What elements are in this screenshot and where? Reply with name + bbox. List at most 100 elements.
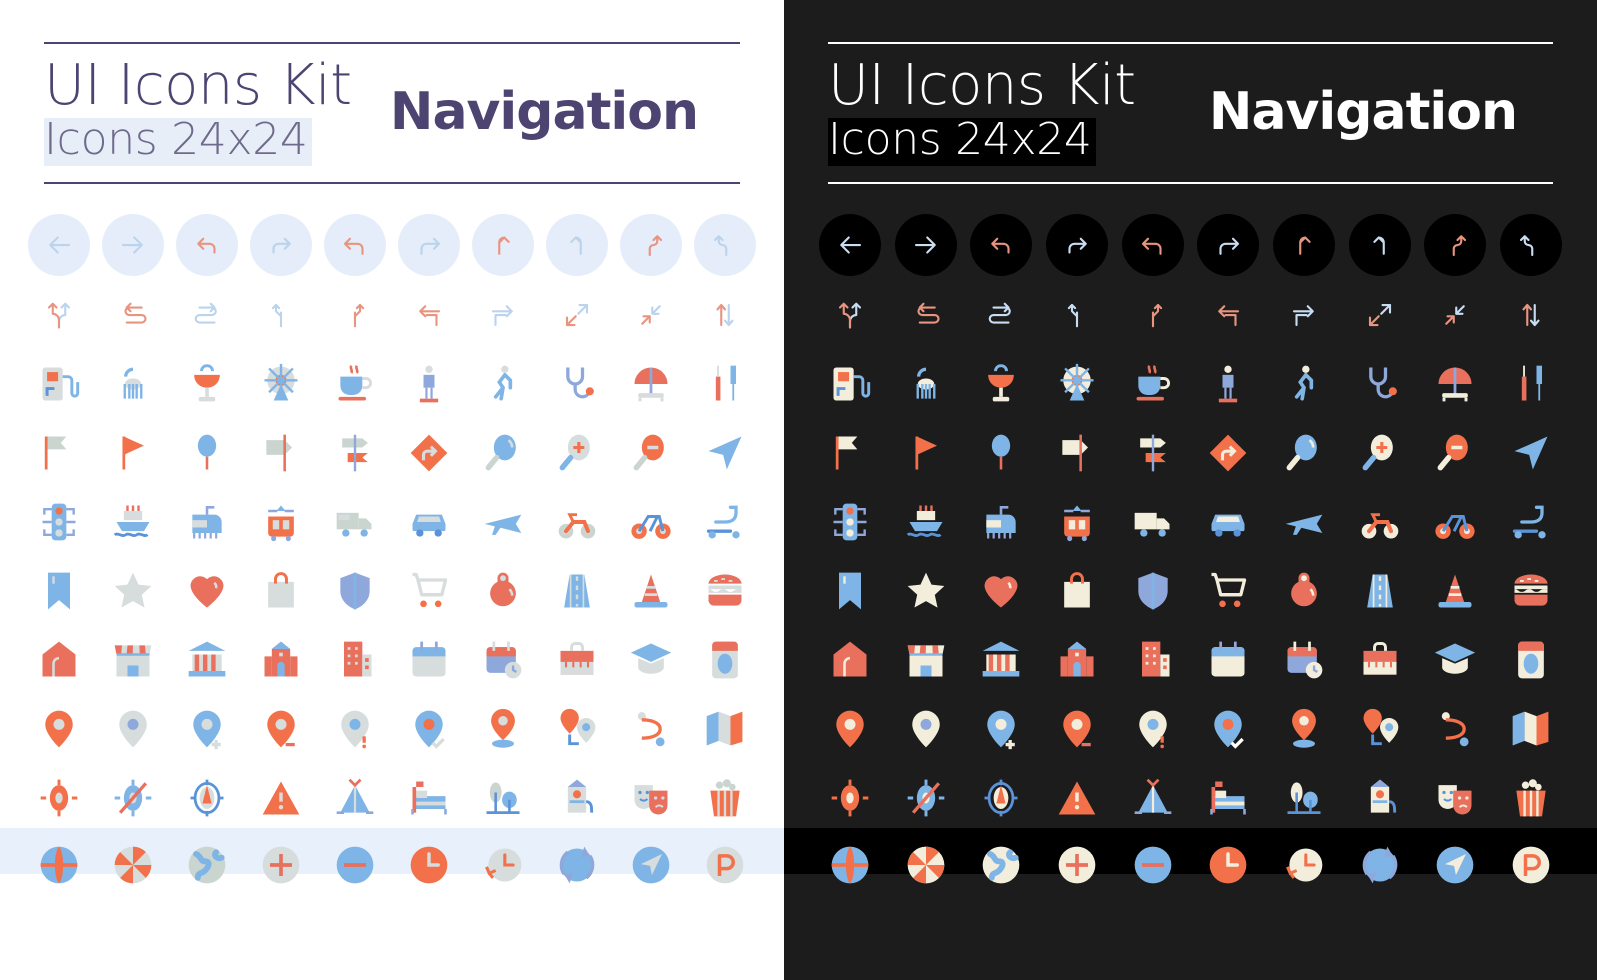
map-pin-base-icon[interactable] bbox=[1273, 698, 1335, 760]
clock-icon[interactable] bbox=[1197, 834, 1259, 896]
map-pin-remove-icon[interactable] bbox=[250, 698, 312, 760]
sharp-left-icon[interactable] bbox=[472, 214, 534, 276]
hospital-stethoscope-icon[interactable] bbox=[1349, 353, 1411, 415]
merge-right-icon[interactable] bbox=[694, 214, 756, 276]
map-pin-remove-icon[interactable] bbox=[1046, 698, 1108, 760]
merge-right-icon[interactable] bbox=[1500, 214, 1563, 276]
map-pin-alert-icon[interactable] bbox=[324, 698, 386, 760]
motorcycle-icon[interactable] bbox=[1349, 491, 1411, 553]
clock-history-icon[interactable] bbox=[1273, 834, 1335, 896]
fork-road-icon[interactable] bbox=[819, 284, 881, 346]
exit-right-icon[interactable] bbox=[472, 284, 534, 346]
refresh-globe-icon[interactable] bbox=[1349, 834, 1411, 896]
hospital-stethoscope-icon[interactable] bbox=[546, 353, 608, 415]
traffic-cone-icon[interactable] bbox=[1424, 560, 1486, 622]
road-icon[interactable] bbox=[546, 560, 608, 622]
traffic-light-icon[interactable] bbox=[819, 491, 881, 553]
home-icon[interactable] bbox=[819, 629, 881, 691]
graduation-cap-icon[interactable] bbox=[620, 629, 682, 691]
globe-icon[interactable] bbox=[819, 834, 881, 896]
globe-segments-icon[interactable] bbox=[895, 834, 957, 896]
train-icon[interactable] bbox=[970, 491, 1032, 553]
popcorn-icon[interactable] bbox=[694, 767, 756, 829]
arrow-right-icon[interactable] bbox=[894, 214, 957, 276]
direction-sign-icon[interactable] bbox=[1046, 422, 1108, 484]
minus-circle-icon[interactable] bbox=[1122, 834, 1184, 896]
map-pin-check-icon[interactable] bbox=[1197, 698, 1259, 760]
expand-icon[interactable] bbox=[1349, 284, 1411, 346]
fountain-icon[interactable] bbox=[102, 353, 164, 415]
send-navigate-icon[interactable] bbox=[694, 422, 756, 484]
ship-icon[interactable] bbox=[895, 491, 957, 553]
collapse-icon[interactable] bbox=[620, 284, 682, 346]
turn-left-icon[interactable] bbox=[1121, 214, 1184, 276]
drinking-fountain-icon[interactable] bbox=[970, 353, 1032, 415]
arrow-left-icon[interactable] bbox=[28, 214, 90, 276]
direction-sign-icon[interactable] bbox=[250, 422, 312, 484]
shopping-cart-icon[interactable] bbox=[398, 560, 460, 622]
undo-icon[interactable] bbox=[970, 214, 1033, 276]
graduation-cap-icon[interactable] bbox=[1424, 629, 1486, 691]
gas-pump-icon[interactable] bbox=[28, 353, 90, 415]
gps-target-icon[interactable] bbox=[28, 767, 90, 829]
shopping-bag-icon[interactable] bbox=[250, 560, 312, 622]
tram-icon[interactable] bbox=[1046, 491, 1108, 553]
flag-pennant-icon[interactable] bbox=[102, 422, 164, 484]
clock-history-icon[interactable] bbox=[472, 834, 534, 896]
truck-icon[interactable] bbox=[1122, 491, 1184, 553]
u-turn-right-icon[interactable] bbox=[970, 284, 1032, 346]
sharp-left-icon[interactable] bbox=[1273, 214, 1336, 276]
monument-icon[interactable] bbox=[398, 353, 460, 415]
elevator-icon[interactable] bbox=[1500, 629, 1562, 691]
route-icon[interactable] bbox=[620, 698, 682, 760]
zoom-in-icon[interactable] bbox=[1349, 422, 1411, 484]
scooter-icon[interactable] bbox=[1500, 491, 1562, 553]
slight-right-icon[interactable] bbox=[324, 284, 386, 346]
monument-icon[interactable] bbox=[1197, 353, 1259, 415]
fork-road-icon[interactable] bbox=[28, 284, 90, 346]
flag-pennant-icon[interactable] bbox=[895, 422, 957, 484]
map-pin-alt-icon[interactable] bbox=[895, 698, 957, 760]
merge-left-icon[interactable] bbox=[620, 214, 682, 276]
arrow-left-icon[interactable] bbox=[818, 214, 881, 276]
zoom-out-icon[interactable] bbox=[620, 422, 682, 484]
cafe-icon[interactable] bbox=[324, 353, 386, 415]
tent-icon[interactable] bbox=[1122, 767, 1184, 829]
traffic-cone-icon[interactable] bbox=[620, 560, 682, 622]
folded-map-icon[interactable] bbox=[694, 698, 756, 760]
truck-icon[interactable] bbox=[324, 491, 386, 553]
arrow-right-icon[interactable] bbox=[102, 214, 164, 276]
road-icon[interactable] bbox=[1349, 560, 1411, 622]
gas-canister-icon[interactable] bbox=[472, 560, 534, 622]
minus-circle-icon[interactable] bbox=[324, 834, 386, 896]
map-pin-icon[interactable] bbox=[819, 698, 881, 760]
map-pin-icon[interactable] bbox=[28, 698, 90, 760]
theatre-masks-icon[interactable] bbox=[1424, 767, 1486, 829]
exit-left-icon[interactable] bbox=[1197, 284, 1259, 346]
turn-left-icon[interactable] bbox=[324, 214, 386, 276]
navigation-arrow-icon[interactable] bbox=[1424, 834, 1486, 896]
pedestrian-icon[interactable] bbox=[472, 353, 534, 415]
heart-icon[interactable] bbox=[176, 560, 238, 622]
send-navigate-icon[interactable] bbox=[1500, 422, 1562, 484]
refresh-globe-icon[interactable] bbox=[546, 834, 608, 896]
shopping-cart-icon[interactable] bbox=[1197, 560, 1259, 622]
map-pin-add-icon[interactable] bbox=[176, 698, 238, 760]
sharp-right-icon[interactable] bbox=[546, 214, 608, 276]
car-icon[interactable] bbox=[1197, 491, 1259, 553]
undo-icon[interactable] bbox=[176, 214, 238, 276]
airplane-icon[interactable] bbox=[472, 491, 534, 553]
u-turn-left-icon[interactable] bbox=[102, 284, 164, 346]
globe-icon[interactable] bbox=[28, 834, 90, 896]
map-pin-check-icon[interactable] bbox=[398, 698, 460, 760]
flag-icon[interactable] bbox=[819, 422, 881, 484]
burger-icon[interactable] bbox=[1500, 560, 1562, 622]
map-pins-pair-icon[interactable] bbox=[1349, 698, 1411, 760]
exit-left-icon[interactable] bbox=[398, 284, 460, 346]
two-way-icon[interactable] bbox=[1500, 284, 1562, 346]
motorcycle-icon[interactable] bbox=[546, 491, 608, 553]
map-pin-alt-icon[interactable] bbox=[102, 698, 164, 760]
school-icon[interactable] bbox=[1046, 629, 1108, 691]
slight-left-icon[interactable] bbox=[1046, 284, 1108, 346]
zoom-out-icon[interactable] bbox=[1424, 422, 1486, 484]
